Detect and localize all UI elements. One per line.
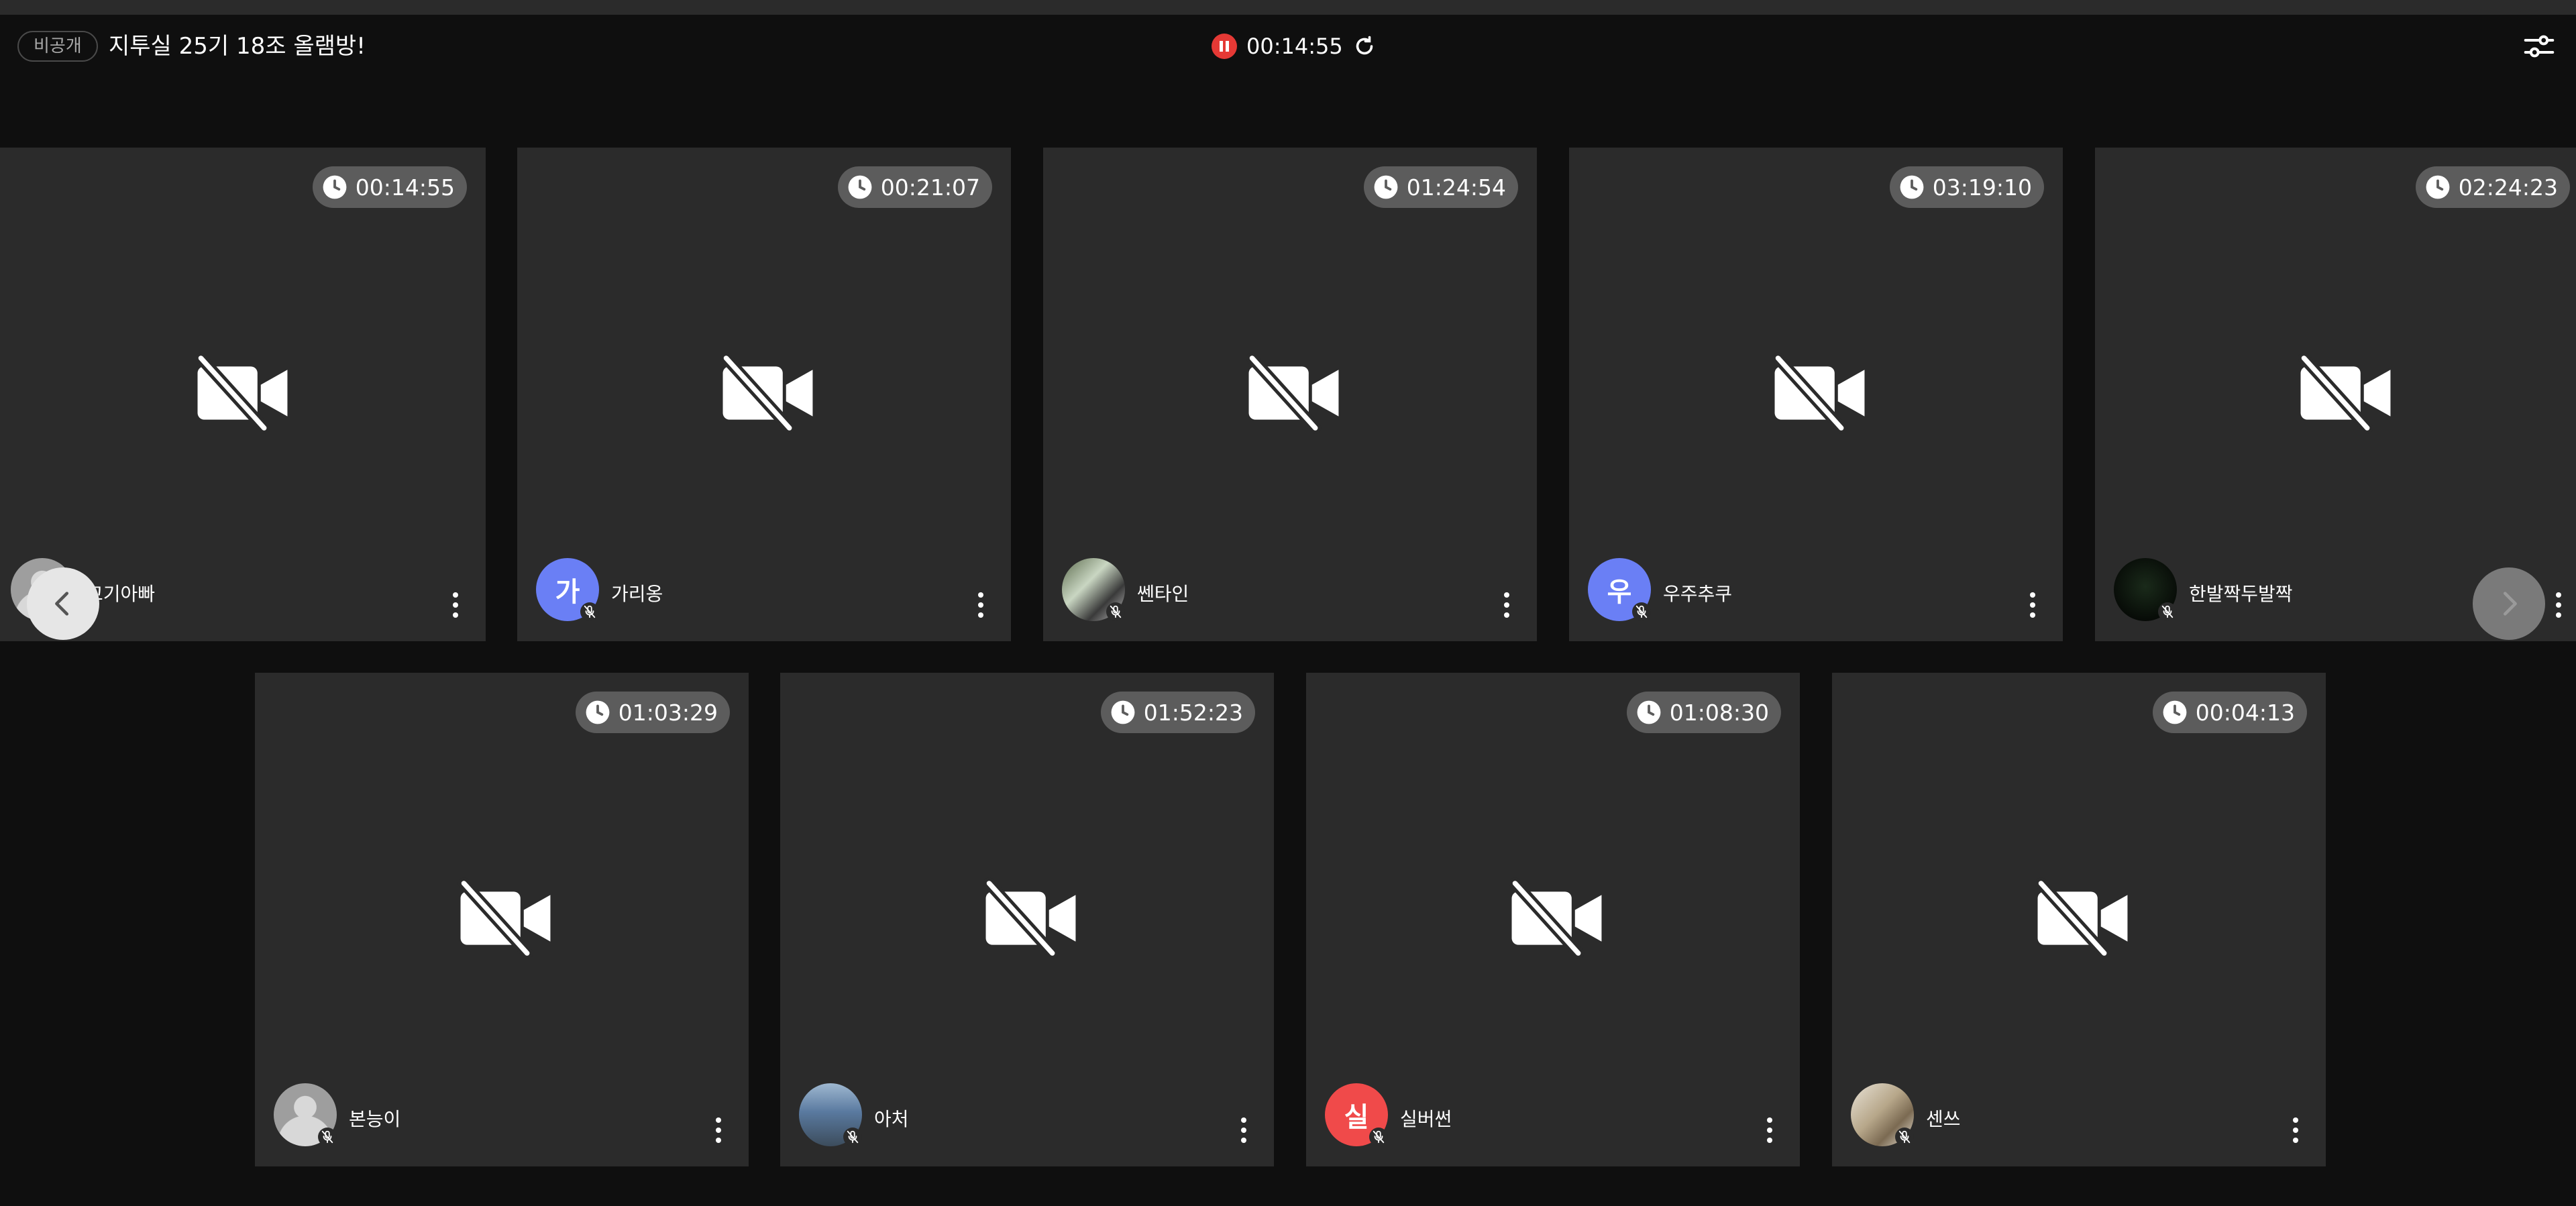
participant-tile[interactable]: 00:21:07 가 가리옹 [517, 148, 1011, 641]
participant-name: 가리옹 [611, 583, 663, 605]
window-top-strip [0, 0, 2576, 15]
elapsed-time-badge: 00:04:13 [2152, 692, 2307, 733]
refresh-icon[interactable] [1352, 34, 1377, 58]
clock-icon [2426, 175, 2450, 199]
more-options-icon[interactable] [2555, 592, 2562, 618]
more-options-icon[interactable] [2292, 1117, 2299, 1144]
camera-off-icon [2035, 877, 2128, 959]
camera-off-icon [1246, 352, 1339, 434]
mic-muted-icon [1369, 1128, 1388, 1146]
mic-muted-icon [580, 602, 599, 621]
session-timer-text: 00:14:55 [1246, 34, 1343, 59]
avatar-initial: 실 [1344, 1102, 1369, 1133]
participant-tile[interactable]: 00:04:13 센쓰 [1832, 673, 2326, 1166]
camera-off-icon [458, 877, 551, 959]
elapsed-time-badge: 01:03:29 [575, 692, 730, 733]
clock-icon [1374, 175, 1398, 199]
session-timer: 00:14:55 [1212, 31, 1377, 62]
camera-off-icon [195, 352, 288, 434]
more-options-icon[interactable] [715, 1117, 722, 1144]
elapsed-time-badge: 01:24:54 [1363, 166, 1518, 208]
participant-name: 우주추쿠 [1663, 583, 1733, 605]
clock-icon [1637, 700, 1661, 724]
participant-name: 한발짝두발짝 [2189, 583, 2293, 605]
chevron-right-icon [2503, 592, 2517, 616]
prev-page-button[interactable] [27, 567, 99, 640]
elapsed-time-badge: 03:19:10 [1889, 166, 2044, 208]
participant-tile[interactable]: 01:03:29 본능이 [255, 673, 749, 1166]
mic-muted-icon [1106, 602, 1125, 621]
room-header: 비공개 지투실 25기 18조 올램방! 00:14:55 [0, 15, 2576, 74]
more-options-icon[interactable] [1240, 1117, 1247, 1144]
more-options-icon[interactable] [452, 592, 459, 618]
chevron-left-icon [55, 592, 69, 616]
clock-icon [1111, 700, 1135, 724]
elapsed-time: 03:19:10 [1932, 174, 2032, 201]
participant-name: 아처 [874, 1108, 909, 1130]
room-title: 지투실 25기 18조 올램방! [109, 33, 366, 60]
elapsed-time: 01:03:29 [618, 699, 718, 726]
participant-tile[interactable]: 01:24:54 쎈타인 [1043, 148, 1537, 641]
participant-tile[interactable]: 00:14:55 꼬기아빠 [0, 148, 486, 641]
participant-name: 센쓰 [1926, 1108, 1961, 1130]
camera-off-icon [720, 352, 813, 434]
mic-muted-icon [1895, 1128, 1914, 1146]
mic-muted-icon [843, 1128, 862, 1146]
clock-icon [323, 175, 347, 199]
elapsed-time: 01:52:23 [1143, 699, 1243, 726]
clock-icon [2163, 700, 2187, 724]
elapsed-time: 02:24:23 [2458, 174, 2558, 201]
elapsed-time: 00:04:13 [2195, 699, 2295, 726]
mic-muted-icon [1632, 602, 1651, 621]
participant-tile[interactable]: 03:19:10 우 우주추쿠 [1569, 148, 2063, 641]
elapsed-time: 00:14:55 [355, 174, 455, 201]
next-page-button[interactable] [2473, 567, 2545, 640]
elapsed-time-badge: 00:14:55 [312, 166, 467, 208]
avatar-initial: 가 [555, 577, 580, 608]
camera-off-icon [983, 877, 1076, 959]
elapsed-time-badge: 01:52:23 [1100, 692, 1255, 733]
participant-tile[interactable]: 01:52:23 아처 [780, 673, 1274, 1166]
settings-sliders-icon[interactable] [2521, 28, 2557, 64]
mic-muted-icon [318, 1128, 337, 1146]
camera-off-icon [1509, 877, 1602, 959]
participant-name: 본능이 [349, 1108, 401, 1130]
participant-name: 실버썬 [1400, 1108, 1452, 1130]
more-options-icon[interactable] [1503, 592, 1510, 618]
camera-off-icon [1772, 352, 1865, 434]
clock-icon [586, 700, 610, 724]
elapsed-time-badge: 02:24:23 [2415, 166, 2570, 208]
clock-icon [848, 175, 872, 199]
avatar-initial: 우 [1607, 577, 1632, 608]
visibility-badge: 비공개 [17, 31, 98, 62]
more-options-icon[interactable] [2029, 592, 2036, 618]
elapsed-time-badge: 00:21:07 [837, 166, 992, 208]
mic-muted-icon [2158, 602, 2177, 621]
more-options-icon[interactable] [977, 592, 984, 618]
pause-icon[interactable] [1212, 34, 1237, 59]
elapsed-time: 00:21:07 [880, 174, 980, 201]
elapsed-time: 01:08:30 [1669, 699, 1769, 726]
elapsed-time: 01:24:54 [1406, 174, 1506, 201]
more-options-icon[interactable] [1766, 1117, 1773, 1144]
participant-name: 쎈타인 [1137, 583, 1189, 605]
camera-off-icon [2298, 352, 2391, 434]
clock-icon [1900, 175, 1924, 199]
elapsed-time-badge: 01:08:30 [1626, 692, 1781, 733]
participant-tile[interactable]: 01:08:30 실 실버썬 [1306, 673, 1800, 1166]
